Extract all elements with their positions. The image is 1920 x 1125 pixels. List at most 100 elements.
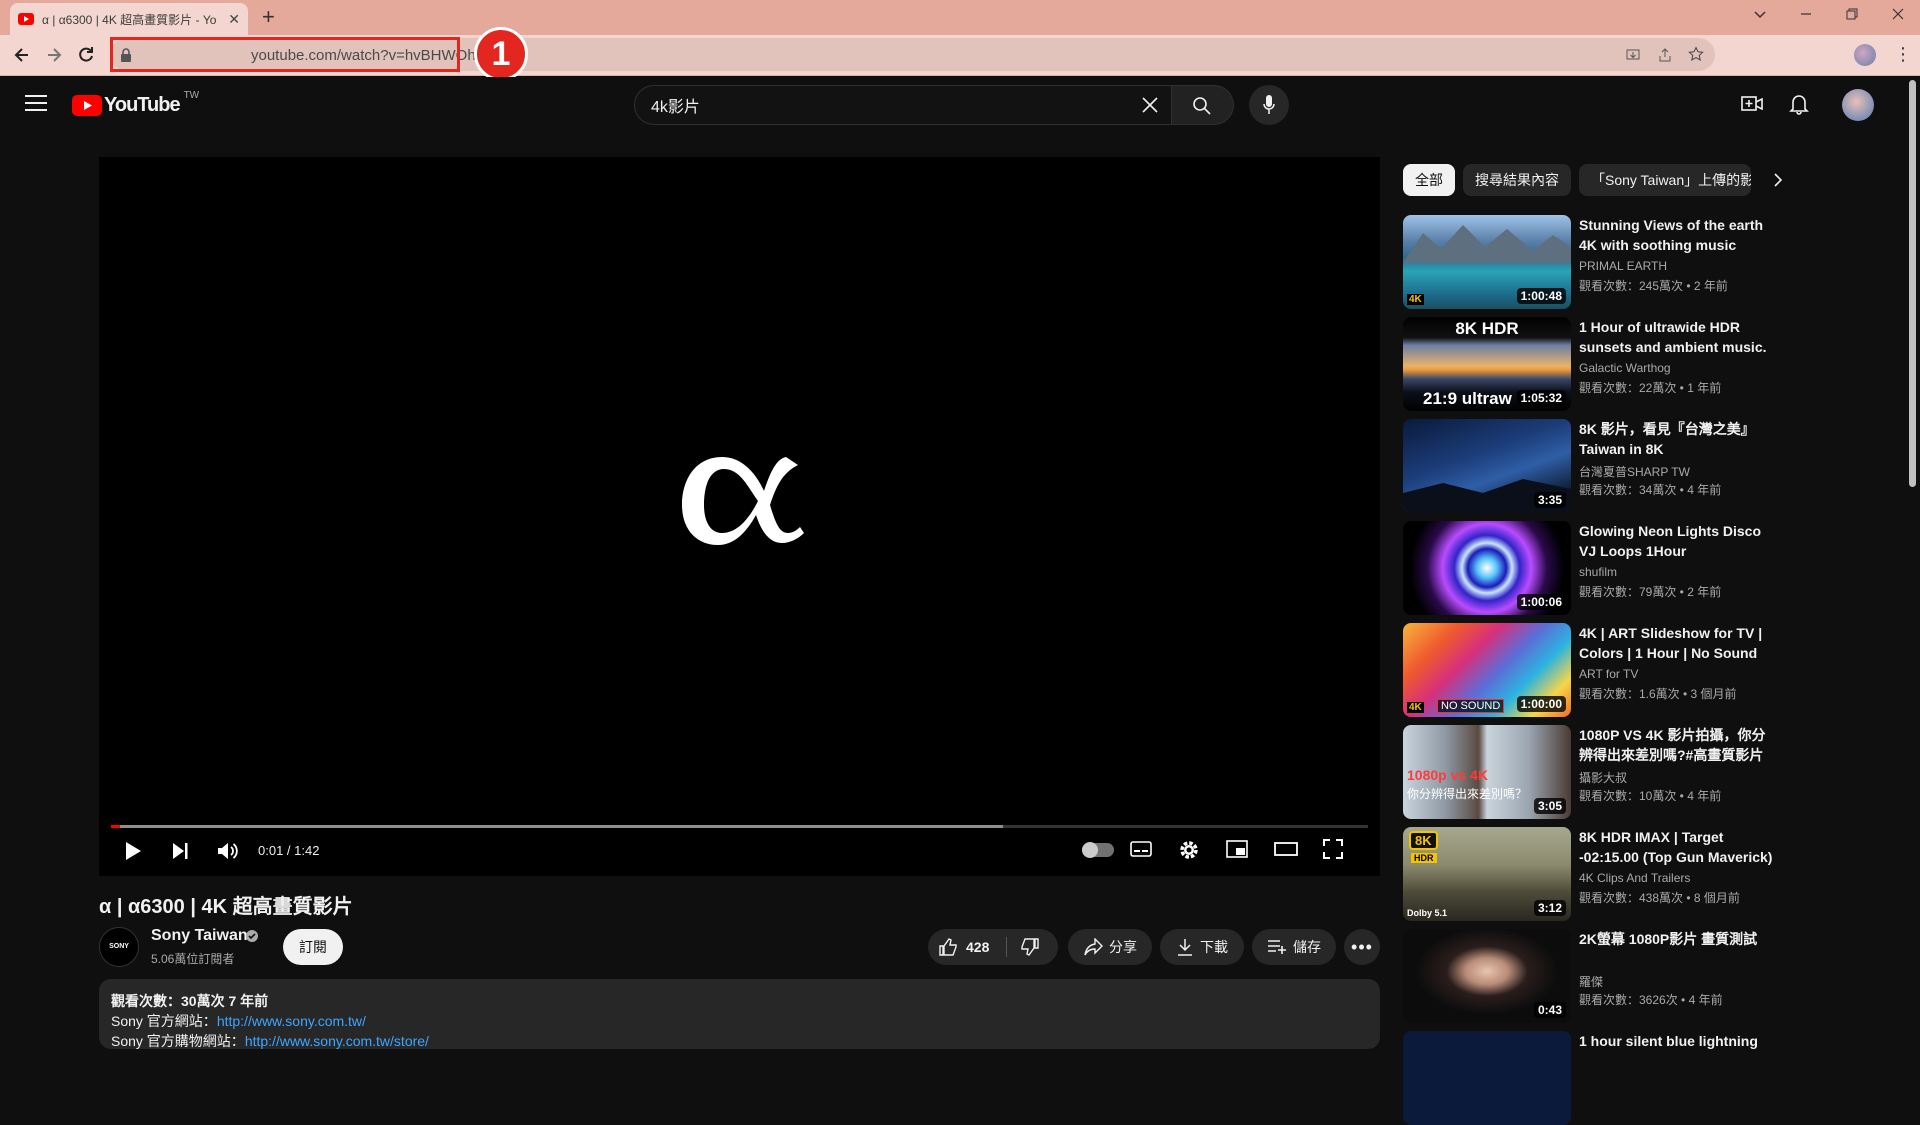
rec-title[interactable]: 8K HDR IMAX | Target -02:15.00 (Top Gun … [1579,827,1779,867]
rec-title[interactable]: 1 Hour of ultrawide HDR sunsets and ambi… [1579,317,1779,357]
recommendation-item[interactable]: 3:35 8K 影片，看見『台灣之美』Taiwan in 8K 台灣夏普SHAR… [1403,419,1779,513]
new-tab-button[interactable]: + [262,6,275,28]
video-thumbnail[interactable]: 8K HDR 21:9 ultraw 1:05:32 [1403,317,1571,411]
scrollbar-thumb[interactable] [1909,80,1916,487]
minimize-icon[interactable] [1798,6,1814,22]
browser-tab[interactable]: α | α6300 | 4K 超高畫質影片 - Yo ✕ [10,3,248,35]
create-video-icon[interactable] [1740,93,1764,115]
recommendation-item[interactable]: 4K 1:00:48 Stunning Views of the earth 4… [1403,215,1779,309]
video-thumbnail[interactable]: 8K HDR Dolby 5.1 3:12 [1403,827,1571,921]
rec-title[interactable]: 4K | ART Slideshow for TV | Colors | 1 H… [1579,623,1779,663]
rec-channel[interactable]: 攝影大叔 [1579,769,1627,786]
like-count: 428 [966,939,990,955]
youtube-logo[interactable]: YouTube TW [72,90,199,117]
close-tab-icon[interactable]: ✕ [228,11,240,28]
rec-channel[interactable]: 4K Clips And Trailers [1579,871,1690,885]
share-page-icon[interactable] [1657,47,1673,63]
more-actions-button[interactable]: ••• [1344,929,1380,965]
search-box[interactable] [634,85,1172,125]
playlist-add-icon [1267,939,1287,955]
recommendation-item[interactable]: 0:43 2K螢幕 1080P影片 畫質測試 羅傑 觀看次數：3626次 • 4… [1403,929,1779,1023]
video-thumbnail[interactable] [1403,1031,1571,1125]
search-input[interactable] [651,95,1131,115]
restore-icon[interactable] [1844,6,1860,22]
hamburger-menu-icon[interactable] [25,95,47,111]
theater-mode-icon[interactable] [1274,842,1298,856]
reload-icon[interactable] [76,45,96,65]
tab-title: α | α6300 | 4K 超高畫質影片 - Yo [42,12,217,27]
rec-title[interactable]: 1 hour silent blue lightning [1579,1031,1779,1051]
voice-search-button[interactable] [1249,85,1289,125]
rec-channel[interactable]: ART for TV [1579,667,1638,681]
subscribe-button[interactable]: 訂閱 [283,929,343,965]
rec-channel[interactable]: PRIMAL EARTH [1579,259,1667,273]
install-app-icon[interactable] [1625,47,1641,63]
rec-channel[interactable]: shufilm [1579,565,1617,579]
more-horizontal-icon: ••• [1351,936,1373,957]
next-icon[interactable] [171,842,189,860]
like-button[interactable]: 428 [938,937,989,957]
recommendation-item[interactable]: 1:00:06 Glowing Neon Lights Disco VJ Loo… [1403,521,1779,615]
bookmark-star-icon[interactable] [1688,46,1704,62]
browser-menu-icon[interactable]: ⋮ [1894,45,1912,63]
video-thumbnail[interactable]: 4K 1:00:48 [1403,215,1571,309]
dislike-button[interactable] [1020,937,1040,957]
video-thumbnail[interactable]: 1:00:06 [1403,521,1571,615]
recommendation-item[interactable]: 1080p vs 4K 你分辨得出來差別嗎？ 3:05 1080P VS 4K … [1403,725,1779,819]
autoplay-toggle[interactable] [1082,842,1114,858]
channel-avatar[interactable]: SONY [99,927,139,967]
search-button[interactable] [1172,85,1234,125]
video-thumbnail[interactable]: 1080p vs 4K 你分辨得出來差別嗎？ 3:05 [1403,725,1571,819]
account-avatar[interactable] [1842,89,1874,121]
share-button[interactable]: 分享 [1068,929,1152,965]
duration: 1:00:06 [1516,594,1566,610]
volume-icon[interactable] [217,841,239,861]
play-icon[interactable] [124,841,142,861]
channel-name[interactable]: Sony Taiwan [151,927,248,945]
rec-channel[interactable]: 羅傑 [1579,973,1603,990]
video-player[interactable]: 0:01 / 1:42 [99,157,1380,876]
browser-tabstrip: α | α6300 | 4K 超高畫質影片 - Yo ✕ + [0,0,1920,35]
rec-channel[interactable]: Galactic Warthog [1579,361,1671,375]
recommendation-item[interactable]: 1 hour silent blue lightning [1403,1031,1779,1125]
notifications-bell-icon[interactable] [1789,93,1809,115]
progress-track[interactable] [111,825,1368,828]
page-scrollbar[interactable] [1905,77,1920,1040]
save-label: 儲存 [1293,939,1321,955]
save-button[interactable]: 儲存 [1252,929,1336,965]
back-icon[interactable] [12,45,32,65]
chip-search-related[interactable]: 搜尋結果內容 [1463,164,1571,196]
settings-gear-icon[interactable] [1178,839,1200,861]
recommendation-item[interactable]: 8K HDR Dolby 5.1 3:12 8K HDR IMAX | Targ… [1403,827,1779,921]
chevron-right-icon[interactable] [1768,170,1788,190]
clear-search-icon[interactable] [1141,96,1159,114]
fullscreen-icon[interactable] [1323,839,1343,859]
description-box[interactable]: 觀看次數：30萬次 7 年前 Sony 官方網站：http://www.sony… [99,979,1380,1049]
rec-channel[interactable]: 台灣夏普SHARP TW [1579,463,1690,480]
tab-search-icon[interactable] [1752,6,1768,22]
4k-badge: 4K [1407,294,1424,305]
sony-store-link[interactable]: http://www.sony.com.tw/store/ [245,1033,429,1049]
download-button[interactable]: 下載 [1160,929,1244,965]
rec-title[interactable]: 2K螢幕 1080P影片 畫質測試 [1579,929,1779,949]
video-thumbnail[interactable]: 3:35 [1403,419,1571,513]
sony-website-link[interactable]: http://www.sony.com.tw/ [217,1013,366,1029]
rec-title[interactable]: Glowing Neon Lights Disco VJ Loops 1Hour [1579,521,1779,561]
profile-avatar[interactable] [1854,44,1876,66]
time-display: 0:01 / 1:42 [258,843,320,858]
close-window-icon[interactable] [1890,6,1906,22]
rec-title[interactable]: 8K 影片，看見『台灣之美』Taiwan in 8K [1579,419,1779,459]
chip-channel-uploads[interactable]: 「Sony Taiwan」上傳的影片 [1579,164,1751,196]
rec-title[interactable]: 1080P VS 4K 影片拍攝，你分辨得出來差別嗎?#高畫質影片拍… [1579,725,1779,765]
recommendation-item[interactable]: 4K NO SOUND 1:00:00 4K | ART Slideshow f… [1403,623,1779,717]
forward-icon[interactable] [44,45,64,65]
subscriber-count: 5.06萬位訂閱者 [151,952,235,966]
recommendation-item[interactable]: 8K HDR 21:9 ultraw 1:05:32 1 Hour of ult… [1403,317,1779,411]
rec-title[interactable]: Stunning Views of the earth 4K with soot… [1579,215,1779,255]
download-icon [1176,938,1194,956]
chip-all[interactable]: 全部 [1403,164,1455,196]
video-thumbnail[interactable]: 4K NO SOUND 1:00:00 [1403,623,1571,717]
video-thumbnail[interactable]: 0:43 [1403,929,1571,1023]
subtitles-icon[interactable] [1130,840,1152,858]
miniplayer-icon[interactable] [1226,840,1248,858]
